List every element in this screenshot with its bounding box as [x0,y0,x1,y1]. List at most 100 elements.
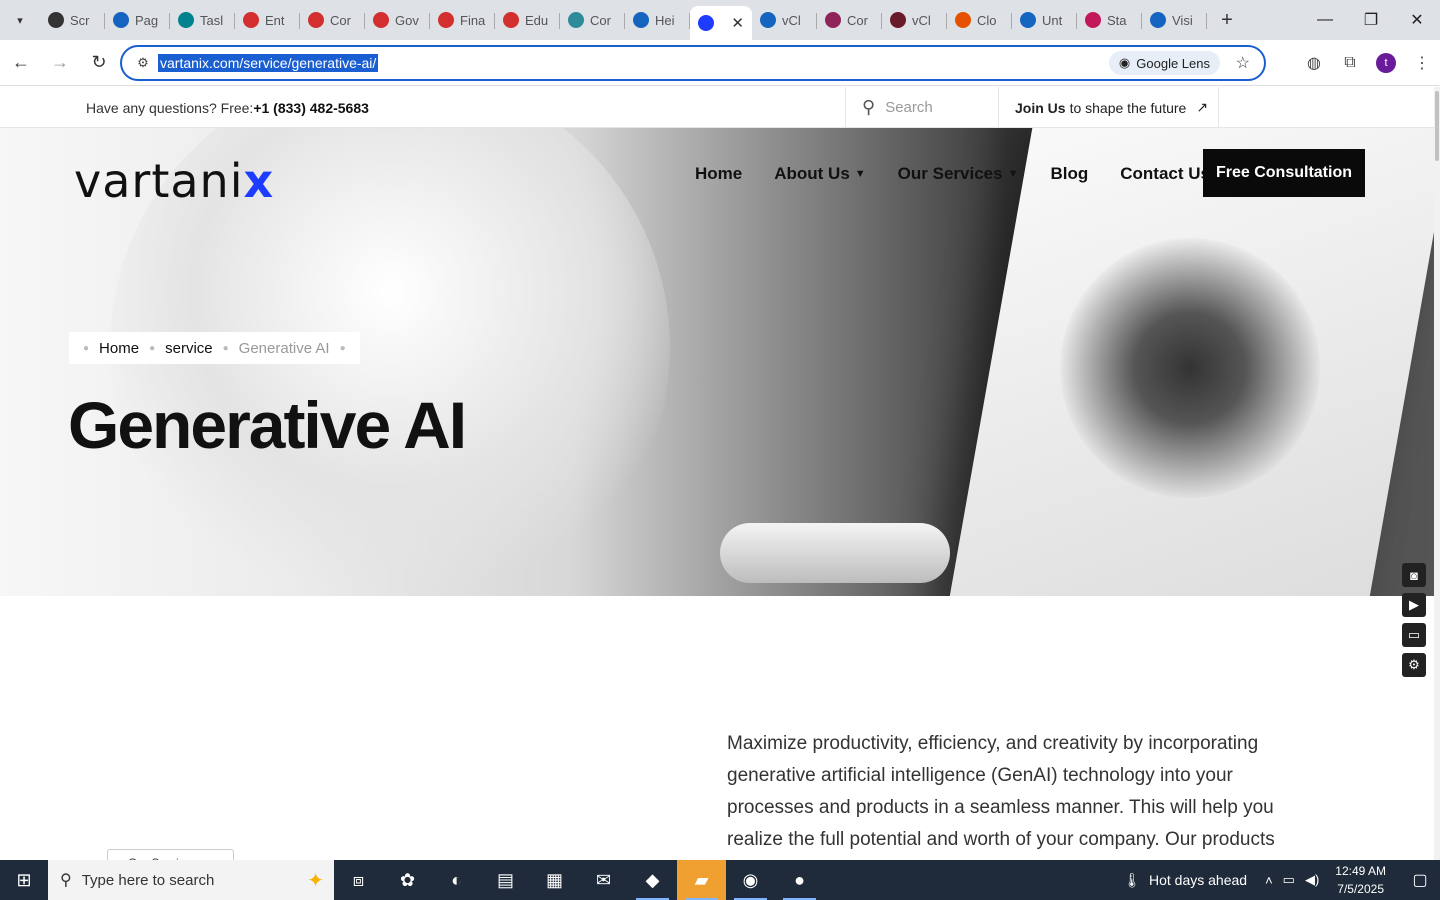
nav-link[interactable]: Blog [1050,164,1088,184]
menu-icon[interactable]: ⋮ [1404,45,1440,81]
notification-icon[interactable]: ▢ [1400,870,1440,890]
translate-icon[interactable]: ◍ [1296,45,1332,81]
browser-tab[interactable]: Visi [1142,4,1207,36]
nav-label: Our Services [897,164,1003,183]
nav-label: About Us [774,164,850,183]
page-scrollbar[interactable] [1434,87,1440,860]
browser-tab[interactable]: Cor [560,4,625,36]
search-placeholder[interactable]: Search [885,99,933,116]
tab-label: Visi [1172,12,1193,28]
browser-tab[interactable]: Fina [430,4,495,36]
profile-avatar[interactable]: t [1376,53,1396,73]
site-info-icon[interactable]: ⚙ [128,55,158,71]
tab-favicon-icon [48,12,64,28]
join-us-link[interactable]: Join Us to shape the future ↗ [998,87,1219,128]
browser-tab[interactable]: Sta [1077,4,1142,36]
chrome-icon[interactable]: ◉ [726,860,775,900]
new-tab-button[interactable]: + [1213,6,1241,34]
tab-favicon-icon [178,12,194,28]
minimize-icon[interactable]: — [1302,0,1348,40]
thermometer-icon: 🌡 [1123,871,1141,888]
clock[interactable]: 12:49 AM 7/5/2025 [1335,862,1386,898]
app-icon[interactable]: ◆ [628,860,677,900]
window-icon[interactable]: ▭ [1402,623,1426,647]
forward-icon[interactable]: → [42,45,78,81]
taskbar: ⊞ ⚲ Type here to search ✦ ⧈ ✿ ◐ ▤ ▦ ✉ ◆ … [0,860,1440,900]
tab-label: Hei [655,12,675,28]
close-tab-icon[interactable]: ✕ [731,14,744,32]
browser-tab[interactable]: vCl [752,4,817,36]
tab-label: Gov [395,12,419,28]
browser-tab[interactable]: ✕ [690,6,752,40]
browser-tab[interactable]: Cor [817,4,882,36]
browser-tab[interactable]: Unt [1012,4,1077,36]
time: 12:49 AM [1335,864,1386,878]
restore-icon[interactable]: ❐ [1348,0,1394,40]
breadcrumb-service[interactable]: service [165,340,213,357]
breadcrumb: ● Home ● service ● Generative AI ● [69,332,360,364]
task-view-icon[interactable]: ⧈ [334,860,383,900]
lens-icon: ◉ [1118,55,1131,70]
reload-icon[interactable]: ↻ [81,45,117,81]
weather-widget[interactable]: 🌡 Hot days ahead [1123,872,1247,889]
browser-tab[interactable]: Hei [625,4,690,36]
browser-tab[interactable]: Cor [300,4,365,36]
tab-label: Pag [135,12,159,28]
nav-link[interactable]: About Us ▼ [774,164,865,184]
phone-number[interactable]: +1 (833) 482-5683 [253,100,369,116]
taskbar-search-placeholder[interactable]: Type here to search [82,872,215,889]
site-logo[interactable]: vartanix [74,154,274,208]
close-window-icon[interactable]: ✕ [1394,0,1440,40]
tab-favicon-icon [438,12,454,28]
google-lens-button[interactable]: ◉ Google Lens [1108,51,1220,75]
camera-icon[interactable]: ◙ [1402,563,1426,587]
browser-tab[interactable]: Pag [105,4,170,36]
video-icon[interactable]: ▶ [1402,593,1426,617]
url-text[interactable]: vartanix.com/service/generative-ai/ [158,54,379,72]
chevron-up-icon[interactable]: ˄ [1265,873,1273,888]
store-icon[interactable]: ▦ [530,860,579,900]
sticky-notes-icon[interactable]: ▰ [677,860,726,900]
taskbar-search[interactable]: ⚲ Type here to search ✦ [48,860,334,900]
site-search[interactable]: ⚲ Search [845,87,998,128]
tab-favicon-icon [825,12,841,28]
browser-tab[interactable]: Ent [235,4,300,36]
browser-tab[interactable]: Scr [40,4,105,36]
nav-link[interactable]: Contact Us [1120,164,1210,184]
tab-favicon-icon [955,12,971,28]
browser-tab[interactable]: Gov [365,4,430,36]
tab-favicon-icon [568,12,584,28]
back-icon[interactable]: ← [3,45,39,81]
settings-gear-icon[interactable]: ⚙ [1402,653,1426,677]
tab-search-icon[interactable]: ▾ [6,6,34,34]
zoom-icon[interactable]: ● [775,860,824,900]
edge-icon[interactable]: ◐ [432,860,481,900]
nav-link[interactable]: Our Services ▼ [898,164,1019,184]
tab-label: Cor [330,12,351,28]
tab-label: Unt [1042,12,1063,28]
logo-text: vartani [74,154,244,208]
scrollbar-thumb[interactable] [1435,91,1439,161]
mail-icon[interactable]: ✉ [579,860,628,900]
tab-favicon-icon [243,12,259,28]
browser-tab[interactable]: Tasl [170,4,235,36]
screenshot-tool-panel: ◙ ▶ ▭ ⚙ [1400,563,1428,703]
browser-tab[interactable]: Clo [947,4,1012,36]
nav-link[interactable]: Home [695,164,742,184]
tab-list: Scr Pag Tasl Ent Cor Gov Fina Edu Cor Hei ✕ vCl Cor v… [40,0,1207,40]
our-services-tab[interactable]: Our Services [107,849,234,860]
robot-hand-image [720,523,950,583]
copilot-icon[interactable]: ✿ [383,860,432,900]
network-icon[interactable]: ▭ [1283,872,1295,888]
breadcrumb-home[interactable]: Home [99,340,139,357]
browser-tab[interactable]: Edu [495,4,560,36]
volume-icon[interactable]: ◀) [1305,872,1319,888]
file-explorer-icon[interactable]: ▤ [481,860,530,900]
windows-start-icon[interactable]: ⊞ [0,860,48,900]
bookmark-star-icon[interactable]: ☆ [1236,53,1250,73]
free-consultation-button[interactable]: Free Consultation [1203,149,1365,197]
browser-tab[interactable]: vCl [882,4,947,36]
extensions-icon[interactable]: ⧉ [1332,45,1368,81]
address-bar[interactable]: ⚙ vartanix.com/service/generative-ai/ ◉ … [120,45,1266,81]
tab-label: Tasl [200,12,224,28]
